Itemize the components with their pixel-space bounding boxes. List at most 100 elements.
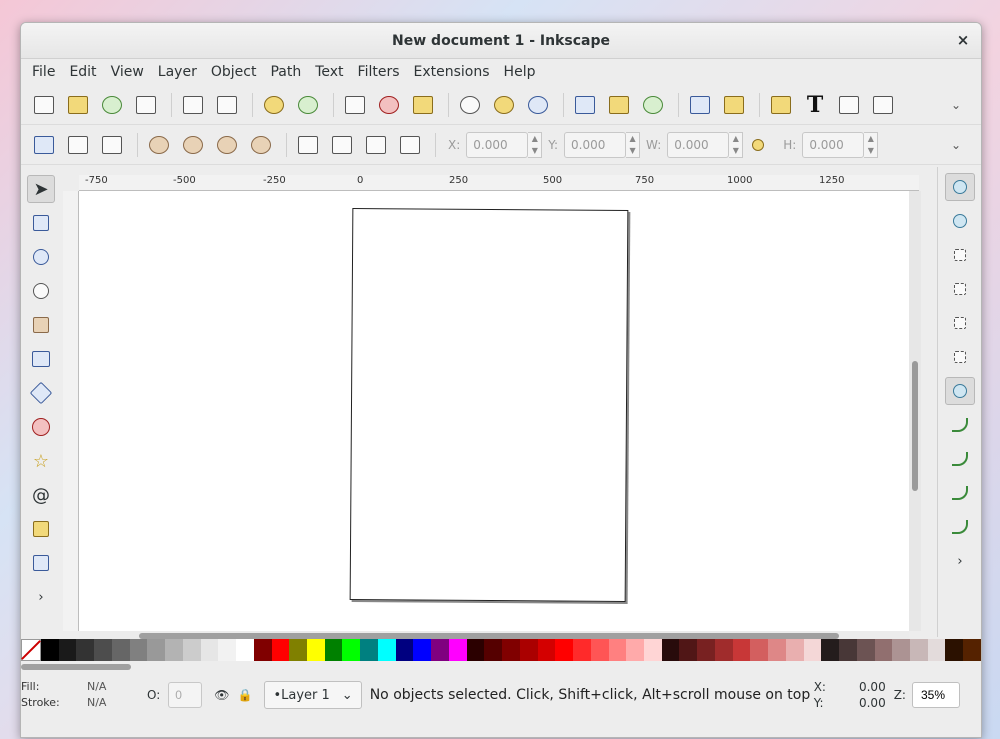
tweak-tool[interactable] bbox=[27, 243, 55, 271]
xml-editor-button[interactable] bbox=[868, 91, 898, 119]
snap-path[interactable] bbox=[945, 411, 975, 439]
color-swatch[interactable] bbox=[502, 639, 520, 661]
color-swatch[interactable] bbox=[165, 639, 183, 661]
snap-cusp[interactable] bbox=[945, 479, 975, 507]
color-swatch[interactable] bbox=[519, 639, 538, 661]
ungroup-button[interactable] bbox=[719, 91, 749, 119]
fill-stroke-button[interactable] bbox=[766, 91, 796, 119]
copy-button[interactable] bbox=[340, 91, 370, 119]
w-input[interactable] bbox=[667, 131, 730, 158]
color-swatch[interactable] bbox=[768, 639, 786, 661]
color-swatch[interactable] bbox=[803, 639, 822, 661]
x-input[interactable] bbox=[466, 131, 529, 158]
snap-smooth[interactable] bbox=[945, 513, 975, 541]
3d-box-tool[interactable] bbox=[27, 379, 55, 407]
color-swatch[interactable] bbox=[484, 639, 503, 661]
color-swatch[interactable] bbox=[395, 639, 414, 661]
pencil-tool[interactable] bbox=[27, 515, 55, 543]
palette-scrollbar[interactable] bbox=[21, 663, 981, 671]
flip-horizontal-button[interactable] bbox=[212, 131, 242, 159]
zoom-selection-button[interactable] bbox=[455, 91, 485, 119]
lower-button[interactable] bbox=[361, 131, 391, 159]
lock-icon[interactable]: 🔒 bbox=[238, 688, 253, 702]
color-swatch[interactable] bbox=[200, 639, 219, 661]
open-button[interactable] bbox=[63, 91, 93, 119]
color-swatch[interactable] bbox=[236, 639, 254, 661]
menu-path[interactable]: Path bbox=[263, 64, 308, 80]
color-swatch[interactable] bbox=[271, 639, 290, 661]
save-button[interactable] bbox=[97, 91, 127, 119]
w-spinner[interactable]: ▲ ▼ bbox=[729, 131, 744, 158]
color-swatch[interactable] bbox=[909, 639, 928, 661]
color-swatch[interactable] bbox=[58, 639, 77, 661]
lower-to-bottom-button[interactable] bbox=[395, 131, 425, 159]
color-swatch[interactable] bbox=[714, 639, 733, 661]
snap-nodes[interactable] bbox=[945, 377, 975, 405]
y-input[interactable] bbox=[564, 131, 627, 158]
color-swatch[interactable] bbox=[111, 639, 130, 661]
pen-tool[interactable] bbox=[27, 549, 55, 577]
select-all-button[interactable] bbox=[29, 131, 59, 159]
snap-toggle[interactable] bbox=[945, 173, 975, 201]
more-tools[interactable]: › bbox=[27, 583, 55, 611]
print-button[interactable] bbox=[131, 91, 161, 119]
paste-button[interactable] bbox=[408, 91, 438, 119]
snap-bbox-edge[interactable] bbox=[945, 241, 975, 269]
x-spinner[interactable]: ▲ ▼ bbox=[528, 131, 543, 158]
color-swatch[interactable] bbox=[626, 639, 644, 661]
close-icon[interactable]: × bbox=[955, 32, 971, 48]
spiral-tool[interactable]: @ bbox=[27, 481, 55, 509]
zoom-page-button[interactable] bbox=[523, 91, 553, 119]
color-swatch[interactable] bbox=[608, 639, 627, 661]
clone-button[interactable] bbox=[604, 91, 634, 119]
more-snap[interactable]: › bbox=[945, 547, 975, 575]
chevron-down-icon[interactable]: ⌄ bbox=[951, 138, 961, 152]
unlink-clone-button[interactable] bbox=[638, 91, 668, 119]
color-swatch[interactable] bbox=[643, 639, 662, 661]
color-swatch[interactable] bbox=[147, 639, 166, 661]
h-input[interactable] bbox=[802, 131, 865, 158]
text-font-button[interactable]: T bbox=[800, 91, 830, 119]
color-swatch[interactable] bbox=[218, 639, 237, 661]
color-swatch[interactable] bbox=[129, 639, 148, 661]
selector-tool[interactable]: ➤ bbox=[27, 175, 55, 203]
select-all-layers-button[interactable] bbox=[63, 131, 93, 159]
color-swatch[interactable] bbox=[448, 639, 467, 661]
menu-view[interactable]: View bbox=[104, 64, 151, 80]
layers-button[interactable] bbox=[834, 91, 864, 119]
snap-bbox-center[interactable] bbox=[945, 343, 975, 371]
color-swatch[interactable] bbox=[76, 639, 95, 661]
color-swatch[interactable] bbox=[182, 639, 201, 661]
scrollbar-thumb[interactable] bbox=[21, 664, 131, 670]
color-swatch[interactable] bbox=[555, 639, 574, 661]
color-swatch[interactable] bbox=[41, 639, 59, 661]
ellipse-tool[interactable] bbox=[27, 413, 55, 441]
menu-object[interactable]: Object bbox=[204, 64, 264, 80]
color-swatch[interactable] bbox=[785, 639, 804, 661]
color-swatch[interactable] bbox=[839, 639, 857, 661]
color-swatch[interactable] bbox=[307, 639, 325, 661]
color-swatch[interactable] bbox=[945, 639, 964, 661]
stroke-value[interactable]: N/A bbox=[87, 695, 106, 711]
color-swatch[interactable] bbox=[413, 639, 432, 661]
zoom-input[interactable] bbox=[911, 682, 960, 708]
color-swatch[interactable] bbox=[94, 639, 112, 661]
star-tool[interactable]: ☆ bbox=[27, 447, 55, 475]
color-swatch[interactable] bbox=[360, 639, 378, 661]
no-color-swatch[interactable] bbox=[21, 639, 41, 661]
color-swatch[interactable] bbox=[892, 639, 910, 661]
menu-file[interactable]: File bbox=[25, 64, 62, 80]
undo-button[interactable] bbox=[259, 91, 289, 119]
color-swatch[interactable] bbox=[732, 639, 751, 661]
menu-layer[interactable]: Layer bbox=[151, 64, 204, 80]
vertical-scrollbar[interactable] bbox=[909, 191, 921, 631]
menu-help[interactable]: Help bbox=[497, 64, 543, 80]
zoom-drawing-button[interactable] bbox=[489, 91, 519, 119]
zoom-tool[interactable] bbox=[27, 277, 55, 305]
rectangle-tool[interactable] bbox=[27, 345, 55, 373]
fill-value[interactable]: N/A bbox=[87, 679, 106, 695]
duplicate-button[interactable] bbox=[570, 91, 600, 119]
rotate-cw-button[interactable] bbox=[178, 131, 208, 159]
eye-icon[interactable]: 👁 bbox=[214, 688, 229, 702]
snap-bbox[interactable] bbox=[945, 207, 975, 235]
